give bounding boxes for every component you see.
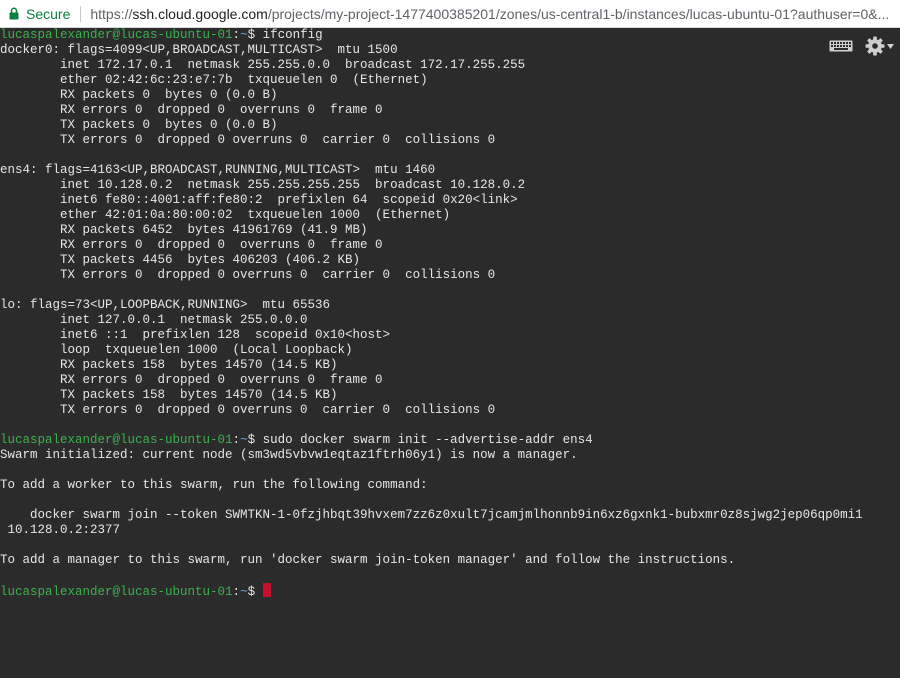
terminal-line: inet 172.17.0.1 netmask 255.255.0.0 broa… bbox=[0, 58, 526, 72]
command-text: sudo docker swarm init --advertise-addr … bbox=[262, 433, 593, 447]
settings-menu[interactable] bbox=[865, 36, 894, 56]
prompt-end: $ bbox=[247, 585, 263, 599]
terminal-toolbar bbox=[829, 36, 894, 56]
terminal-line: loop txqueuelen 1000 (Local Loopback) bbox=[0, 343, 353, 357]
prompt-sep: : bbox=[232, 28, 241, 42]
url-scheme: https:// bbox=[90, 5, 133, 22]
terminal-cursor bbox=[262, 583, 271, 597]
terminal-line: ether 42:01:0a:80:00:02 txqueuelen 1000 … bbox=[0, 208, 451, 222]
prompt-path: ~ bbox=[240, 585, 248, 599]
terminal-lines: lucaspalexander@lucas-ubuntu-01:~$ ifcon… bbox=[0, 28, 863, 599]
url-path: /projects/my-project-1477400385201/zones… bbox=[267, 5, 890, 22]
url-host: ssh.cloud.google.com bbox=[132, 5, 268, 22]
terminal-line: TX errors 0 dropped 0 overruns 0 carrier… bbox=[0, 133, 496, 147]
terminal-line: lo: flags=73<UP,LOOPBACK,RUNNING> mtu 65… bbox=[0, 298, 331, 312]
terminal-line: inet 10.128.0.2 netmask 255.255.255.255 … bbox=[0, 178, 526, 192]
terminal-line: 10.128.0.2:2377 bbox=[0, 523, 121, 537]
terminal-line: RX packets 0 bytes 0 (0.0 B) bbox=[0, 88, 278, 102]
prompt-sep: : bbox=[232, 433, 241, 447]
terminal-line: inet6 fe80::4001:aff:fe80:2 prefixlen 64… bbox=[0, 193, 518, 207]
prompt-user: lucaspalexander@lucas-ubuntu-01 bbox=[0, 28, 233, 42]
terminal-line: ens4: flags=4163<UP,BROADCAST,RUNNING,MU… bbox=[0, 163, 436, 177]
terminal-line: TX packets 4456 bytes 406203 (406.2 KB) bbox=[0, 253, 361, 267]
keyboard-icon[interactable] bbox=[829, 40, 853, 52]
terminal-line: TX packets 158 bytes 14570 (14.5 KB) bbox=[0, 388, 338, 402]
swarm-output: Swarm initialized: current node (sm3wd5v… bbox=[0, 448, 863, 583]
lock-icon bbox=[9, 7, 19, 20]
prompt-sep: : bbox=[232, 585, 241, 599]
terminal-line: RX errors 0 dropped 0 overruns 0 frame 0 bbox=[0, 103, 383, 117]
prompt-line-3[interactable]: lucaspalexander@lucas-ubuntu-01:~$ bbox=[0, 583, 863, 599]
prompt-line-1: lucaspalexander@lucas-ubuntu-01:~$ ifcon… bbox=[0, 28, 863, 43]
terminal-line: inet 127.0.0.1 netmask 255.0.0.0 bbox=[0, 313, 308, 327]
terminal-line: docker swarm join --token SWMTKN-1-0fzjh… bbox=[0, 508, 863, 522]
prompt-end: $ bbox=[247, 433, 263, 447]
terminal-line: Swarm initialized: current node (sm3wd5v… bbox=[0, 448, 578, 462]
terminal-line: RX packets 158 bytes 14570 (14.5 KB) bbox=[0, 358, 338, 372]
prompt-user: lucaspalexander@lucas-ubuntu-01 bbox=[0, 433, 233, 447]
address-divider bbox=[80, 5, 82, 22]
terminal-line: TX packets 0 bytes 0 (0.0 B) bbox=[0, 118, 278, 132]
address-bar[interactable]: Secure https://ssh.cloud.google.com/proj… bbox=[0, 0, 900, 28]
terminal[interactable]: lucaspalexander@lucas-ubuntu-01:~$ ifcon… bbox=[0, 28, 900, 678]
gear-icon[interactable] bbox=[865, 36, 885, 56]
prompt-path: ~ bbox=[240, 28, 248, 42]
terminal-line: RX errors 0 dropped 0 overruns 0 frame 0 bbox=[0, 373, 383, 387]
terminal-line: ether 02:42:6c:23:e7:7b txqueuelen 0 (Et… bbox=[0, 73, 428, 87]
terminal-line: To add a manager to this swarm, run 'doc… bbox=[0, 553, 736, 567]
terminal-line: inet6 ::1 prefixlen 128 scopeid 0x10<hos… bbox=[0, 328, 391, 342]
terminal-line: RX packets 6452 bytes 41961769 (41.9 MB) bbox=[0, 223, 368, 237]
command-text: ifconfig bbox=[262, 28, 323, 42]
terminal-line: docker0: flags=4099<UP,BROADCAST,MULTICA… bbox=[0, 43, 398, 57]
chevron-down-icon[interactable] bbox=[887, 43, 894, 49]
terminal-line: RX errors 0 dropped 0 overruns 0 frame 0 bbox=[0, 238, 383, 252]
ifconfig-output: docker0: flags=4099<UP,BROADCAST,MULTICA… bbox=[0, 43, 863, 433]
terminal-line: To add a worker to this swarm, run the f… bbox=[0, 478, 428, 492]
prompt-user: lucaspalexander@lucas-ubuntu-01 bbox=[0, 585, 233, 599]
prompt-path: ~ bbox=[240, 433, 248, 447]
terminal-line: TX errors 0 dropped 0 overruns 0 carrier… bbox=[0, 403, 496, 417]
secure-label: Secure bbox=[26, 5, 71, 22]
prompt-line-2: lucaspalexander@lucas-ubuntu-01:~$ sudo … bbox=[0, 433, 863, 448]
terminal-line: TX errors 0 dropped 0 overruns 0 carrier… bbox=[0, 268, 496, 282]
url-text[interactable]: https://ssh.cloud.google.com/projects/my… bbox=[90, 6, 889, 22]
prompt-end: $ bbox=[247, 28, 263, 42]
